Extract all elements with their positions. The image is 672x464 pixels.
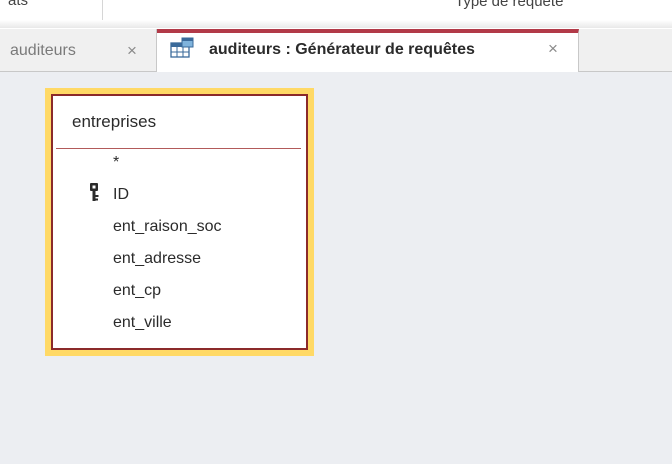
table-field-list-body: entreprises * ID ent_raison_soc ent_adre… xyxy=(51,94,308,350)
field-all[interactable]: * xyxy=(113,154,119,172)
field-ent-ville[interactable]: ent_ville xyxy=(113,314,172,332)
close-icon[interactable]: × xyxy=(548,39,558,59)
tab-auditeurs[interactable]: auditeurs × xyxy=(0,29,157,72)
table-field-list-entreprises[interactable]: entreprises * ID ent_raison_soc ent_adre… xyxy=(45,88,314,356)
ribbon-group-label-query-type: Type de requête xyxy=(455,0,564,10)
ribbon-separator xyxy=(102,0,103,20)
ribbon-shadow xyxy=(0,20,672,28)
ribbon-group-label-left: ats xyxy=(8,0,29,9)
title-divider xyxy=(56,148,301,149)
field-ent-raison-soc[interactable]: ent_raison_soc xyxy=(113,218,222,236)
ribbon-remnant: ats Type de requête xyxy=(0,0,672,28)
tab-query-designer[interactable]: auditeurs : Générateur de requêtes × xyxy=(157,29,579,73)
field-ent-adresse[interactable]: ent_adresse xyxy=(113,250,201,268)
field-id[interactable]: ID xyxy=(113,186,129,204)
tab-label: auditeurs : Générateur de requêtes xyxy=(209,41,475,58)
query-design-icon xyxy=(170,37,194,58)
close-icon[interactable]: × xyxy=(127,41,137,61)
primary-key-icon xyxy=(90,183,99,201)
tab-label: auditeurs xyxy=(10,41,76,59)
document-tab-bar: auditeurs × auditeurs : Générateur de re… xyxy=(0,29,672,73)
field-ent-cp[interactable]: ent_cp xyxy=(113,282,161,300)
table-title[interactable]: entreprises xyxy=(72,112,156,132)
